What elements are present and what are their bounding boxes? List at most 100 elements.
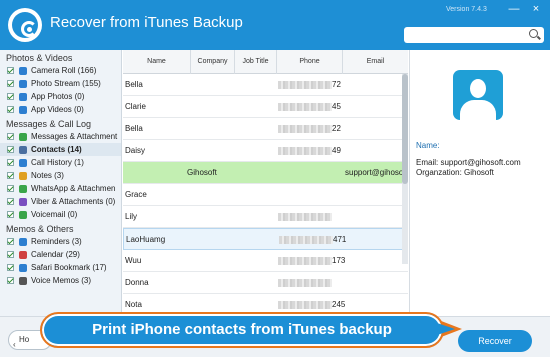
contact-phone: 49 (332, 146, 341, 155)
category-messages-call-log[interactable]: Messages & Call Log (0, 118, 121, 130)
detail-name-label: Name: (416, 141, 440, 150)
sidebar-item-label: Voice Memos (3) (31, 276, 92, 285)
contacts-icon (19, 146, 27, 154)
contact-name: Lily (125, 212, 138, 221)
sidebar-item-safari-bookmark[interactable]: Safari Bookmark (17) (0, 261, 121, 274)
table-row[interactable]: Grace (123, 184, 408, 206)
redacted-phone (278, 81, 332, 89)
calendar-icon (19, 251, 27, 259)
checkbox[interactable] (7, 198, 14, 205)
sidebar-item-voice-memos[interactable]: Voice Memos (3) (0, 274, 121, 287)
checkbox[interactable] (7, 93, 14, 100)
checkbox[interactable] (7, 159, 14, 166)
sidebar-item-photo-stream[interactable]: Photo Stream (155) (0, 77, 121, 90)
checkbox[interactable] (7, 67, 14, 74)
sidebar-item-call-history[interactable]: Call History (1) (0, 156, 121, 169)
photo-stream-icon (19, 80, 27, 88)
category-photos-videos[interactable]: Photos & Videos (0, 52, 121, 64)
checkbox[interactable] (7, 106, 14, 113)
checkbox[interactable] (7, 172, 14, 179)
contact-name: Clarie (125, 102, 146, 111)
app-title: Recover from iTunes Backup (50, 14, 243, 31)
redacted-phone (278, 147, 332, 155)
checkbox[interactable] (7, 238, 14, 245)
sidebar-item-label: App Videos (0) (31, 105, 84, 114)
sidebar-item-voicemail[interactable]: Voicemail (0) (0, 208, 121, 221)
sidebar-item-camera-roll[interactable]: Camera Roll (166) (0, 64, 121, 77)
column-header-job-title[interactable]: Job Title (235, 50, 277, 74)
app-videos-icon (19, 106, 27, 114)
column-header-phone[interactable]: Phone (277, 50, 343, 74)
sidebar-item-label: Viber & Attachments (0) (31, 197, 116, 206)
table-row[interactable]: Bella 72 (123, 74, 408, 96)
sidebar-item-viber[interactable]: Viber & Attachments (0) (0, 195, 121, 208)
minimize-button[interactable]: — (506, 2, 522, 16)
sidebar-item-calendar[interactable]: Calendar (29) (0, 248, 121, 261)
sidebar-item-contacts[interactable]: Contacts (14) (0, 143, 121, 156)
table-row[interactable]: LaoHuamg 471 (123, 228, 408, 250)
sidebar-item-app-videos[interactable]: App Videos (0) (0, 103, 121, 116)
checkbox[interactable] (7, 251, 14, 258)
sidebar-item-reminders[interactable]: Reminders (3) (0, 235, 121, 248)
sidebar-item-label: Photo Stream (155) (31, 79, 101, 88)
search-input[interactable] (404, 27, 544, 43)
version-label: Version 7.4.3 (446, 6, 487, 13)
app-photos-icon (19, 93, 27, 101)
close-button[interactable]: × (528, 2, 544, 16)
category-memos-others[interactable]: Memos & Others (0, 223, 121, 235)
table-scrollbar[interactable] (402, 74, 408, 264)
checkbox[interactable] (7, 80, 14, 87)
redacted-phone (278, 213, 332, 221)
table-row[interactable]: Clarie 45 (123, 96, 408, 118)
scrollbar-thumb[interactable] (402, 74, 408, 184)
sidebar-item-app-photos[interactable]: App Photos (0) (0, 90, 121, 103)
avatar-icon (453, 70, 503, 120)
recover-button[interactable]: Recover (458, 330, 532, 352)
sidebar-item-whatsapp[interactable]: WhatsApp & Attachmen (0, 182, 121, 195)
table-row[interactable]: Lily (123, 206, 408, 228)
redacted-phone (279, 236, 333, 244)
detail-email: Email: support@gihosoft.com (416, 158, 521, 167)
search-icon[interactable] (529, 29, 538, 38)
app-logo-icon (8, 8, 42, 42)
contact-email: support@gihosoft (345, 168, 408, 177)
checkbox[interactable] (7, 185, 14, 192)
table-row[interactable]: Wuu 173 (123, 250, 408, 272)
contact-phone: 45 (332, 102, 341, 111)
contact-detail-panel: Name: Email: support@gihosoft.com Organz… (409, 50, 550, 316)
column-header-name[interactable]: Name (123, 50, 191, 74)
table-row[interactable]: Daisy 49 (123, 140, 408, 162)
contact-name: Donna (125, 278, 149, 287)
sidebar-item-messages[interactable]: Messages & Attachment (0, 130, 121, 143)
table-row[interactable]: Gihosoft support@gihosoft (123, 162, 408, 184)
table-header: Name Company Job Title Phone Email (123, 50, 408, 74)
camera-icon (19, 67, 27, 75)
contact-name: Bella (125, 124, 143, 133)
checkbox[interactable] (7, 277, 14, 284)
sidebar-item-label: WhatsApp & Attachmen (31, 184, 116, 193)
notes-icon (19, 172, 27, 180)
back-arrow-icon: ‹ (13, 340, 16, 349)
viber-icon (19, 198, 27, 206)
contact-name: Bella (125, 80, 143, 89)
messages-icon (19, 133, 27, 141)
table-row[interactable]: Donna (123, 272, 408, 294)
sidebar-item-label: Call History (1) (31, 158, 84, 167)
checkbox[interactable] (7, 211, 14, 218)
contact-name: Wuu (125, 256, 142, 265)
column-header-company[interactable]: Company (191, 50, 235, 74)
sidebar-item-label: Calendar (29) (31, 250, 80, 259)
checkbox[interactable] (7, 133, 14, 140)
sidebar-item-label: Notes (3) (31, 171, 64, 180)
contact-name: LaoHuamg (126, 235, 166, 244)
sidebar-item-label: Messages & Attachment (31, 132, 118, 141)
checkbox[interactable] (7, 264, 14, 271)
contact-name: Gihosoft (187, 168, 217, 177)
checkbox[interactable] (7, 146, 14, 153)
sidebar-item-label: Contacts (14) (31, 145, 82, 154)
banner-pointer-inner (437, 323, 455, 335)
column-header-email[interactable]: Email (343, 50, 408, 74)
sidebar-item-notes[interactable]: Notes (3) (0, 169, 121, 182)
table-row[interactable]: Bella 22 (123, 118, 408, 140)
contact-phone: 72 (332, 80, 341, 89)
